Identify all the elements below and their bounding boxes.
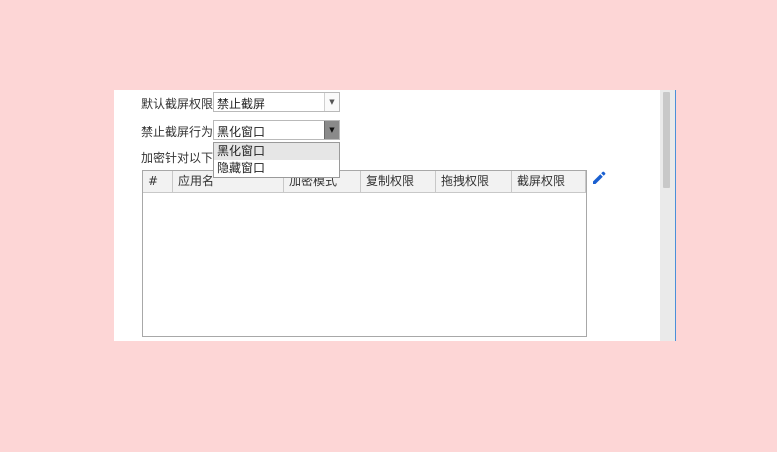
chevron-down-icon[interactable]: ▼: [324, 93, 339, 111]
scrollbar-thumb[interactable]: [663, 92, 670, 188]
column-header-screenshot-permission[interactable]: 截屏权限: [512, 171, 586, 192]
column-header-copy-permission[interactable]: 复制权限: [361, 171, 436, 192]
vertical-scrollbar[interactable]: [660, 90, 676, 341]
app-table: # 应用名 加密模式 复制权限 拖拽权限 截屏权限: [142, 170, 587, 337]
dropdown-option-blacken-window[interactable]: 黑化窗口: [214, 143, 339, 160]
block-behavior-select[interactable]: 黑化窗口 ▼: [213, 120, 340, 140]
chevron-down-icon[interactable]: ▼: [324, 121, 339, 139]
table-header: # 应用名 加密模式 复制权限 拖拽权限 截屏权限: [143, 171, 586, 193]
block-behavior-label: 禁止截屏行为: [141, 125, 214, 139]
dropdown-option-hide-window[interactable]: 隐藏窗口: [214, 160, 339, 177]
block-behavior-dropdown: 黑化窗口 隐藏窗口: [213, 142, 340, 178]
column-header-drag-permission[interactable]: 拖拽权限: [436, 171, 512, 192]
block-behavior-value: 黑化窗口: [217, 125, 266, 139]
column-header-index[interactable]: #: [143, 171, 173, 192]
pencil-icon[interactable]: [591, 170, 607, 186]
default-permission-select[interactable]: 禁止截屏 ▼: [213, 92, 340, 112]
default-permission-value: 禁止截屏: [217, 97, 266, 111]
default-permission-label: 默认截屏权限: [141, 97, 214, 111]
